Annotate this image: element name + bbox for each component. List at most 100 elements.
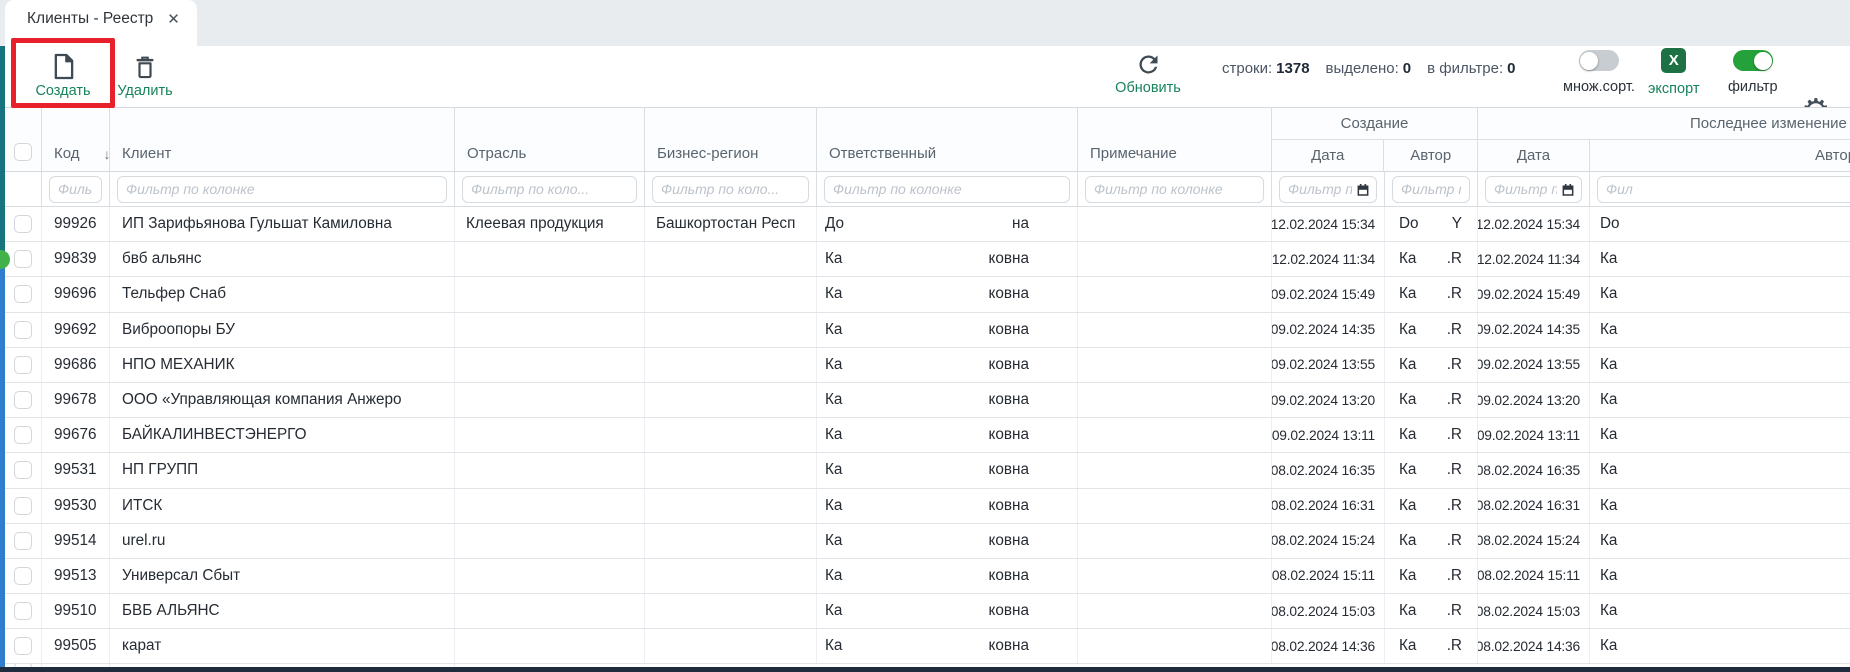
table-row[interactable]: 99510БВБ АЛЬЯНСКаковна08.02.2024 15:03Ка… — [5, 594, 1850, 629]
table-row[interactable]: 99676БАЙКАЛИНВЕСТЭНЕРГОКаковна09.02.2024… — [5, 418, 1850, 453]
cell-created-date: 12.02.2024 15:34 — [1272, 207, 1385, 241]
cell-created-author: Ка.R — [1385, 559, 1478, 593]
cell-modified-author: Ка — [1590, 418, 1850, 452]
cell-created-author: Ка.R — [1385, 629, 1478, 663]
filter-note — [1078, 172, 1272, 206]
cell-client: ИТСК — [110, 489, 455, 523]
cell-industry — [455, 277, 645, 311]
filter-code — [42, 172, 110, 206]
cell-industry — [455, 418, 645, 452]
filter-toggle[interactable] — [1733, 50, 1773, 71]
table-row[interactable]: 99696Тельфер СнабКаковна09.02.2024 15:49… — [5, 277, 1850, 312]
row-checkbox[interactable] — [14, 602, 32, 620]
cell-created-author: Ка.R — [1385, 242, 1478, 276]
filter-created-author-input[interactable] — [1392, 176, 1470, 203]
redacted-name-fragment: ковна — [989, 321, 1029, 339]
header-region[interactable]: Бизнес-регион — [645, 108, 817, 171]
tab-bar: Клиенты - Реестр ✕ — [0, 0, 1850, 46]
row-checkbox-cell — [5, 207, 42, 241]
cell-client: Тельфер Снаб — [110, 277, 455, 311]
header-industry[interactable]: Отрасль — [455, 108, 645, 171]
table-row[interactable]: 99505каратКаковна08.02.2024 14:36Ка.R08.… — [5, 629, 1850, 664]
filter-note-input[interactable] — [1085, 176, 1264, 203]
calendar-icon[interactable] — [1561, 182, 1575, 202]
cell-code: 99514 — [42, 524, 110, 558]
cell-modified-author: Ка — [1590, 242, 1850, 276]
cell-industry — [455, 559, 645, 593]
row-checkbox[interactable] — [14, 637, 32, 655]
cell-industry: Клеевая продукция — [455, 207, 645, 241]
filter-region-input[interactable] — [652, 176, 809, 203]
table-row[interactable]: 99926ИП Зарифьянова Гульшат КамиловнаКле… — [5, 207, 1850, 242]
cell-client: Виброопоры БУ — [110, 313, 455, 347]
row-checkbox[interactable] — [14, 321, 32, 339]
header-code[interactable]: Код↓ — [42, 108, 110, 171]
cell-region — [645, 242, 817, 276]
row-checkbox[interactable] — [14, 250, 32, 268]
filter-industry-input[interactable] — [462, 176, 637, 203]
table-row[interactable]: 99531НП ГРУППКаковна08.02.2024 16:35Ка.R… — [5, 453, 1850, 488]
row-checkbox[interactable] — [14, 532, 32, 550]
header-created-author[interactable]: Автор — [1384, 140, 1477, 171]
cell-modified-date: 09.02.2024 13:20 — [1478, 383, 1590, 417]
redacted-name-fragment: .R — [1447, 356, 1462, 374]
row-checkbox[interactable] — [14, 461, 32, 479]
row-checkbox[interactable] — [14, 497, 32, 515]
header-modified-date[interactable]: Дата — [1478, 140, 1590, 171]
cell-client: бвб альянс — [110, 242, 455, 276]
table-row[interactable]: 99692Виброопоры БУКаковна09.02.2024 14:3… — [5, 313, 1850, 348]
cell-modified-date: 08.02.2024 15:24 — [1478, 524, 1590, 558]
select-all-checkbox[interactable] — [14, 143, 32, 161]
redacted-name-fragment: .R — [1447, 532, 1462, 550]
table-row[interactable]: 99678ООО «Управляющая компания АнжероКак… — [5, 383, 1850, 418]
table-row[interactable]: 99530ИТСККаковна08.02.2024 16:31Ка.R08.0… — [5, 489, 1850, 524]
cell-note — [1078, 277, 1272, 311]
create-button[interactable]: Создать — [28, 50, 98, 99]
table-row[interactable]: 99513Универсал СбытКаковна08.02.2024 15:… — [5, 559, 1850, 594]
cell-note — [1078, 348, 1272, 382]
row-checkbox-cell — [5, 524, 42, 558]
calendar-icon[interactable] — [1356, 182, 1370, 202]
filter-modified-author-input[interactable] — [1597, 176, 1850, 203]
redacted-name-fragment: ковна — [989, 426, 1029, 444]
header-created-date[interactable]: Дата — [1272, 140, 1384, 171]
excel-export-icon[interactable]: X — [1661, 48, 1686, 73]
cell-code: 99676 — [42, 418, 110, 452]
table-row[interactable]: 99514urel.ruКаковна08.02.2024 15:24Ка.R0… — [5, 524, 1850, 559]
table-row[interactable]: 99839бвб альянсКаковна12.02.2024 11:34Ка… — [5, 242, 1850, 277]
table-row[interactable]: 99686НПО МЕХАНИККаковна09.02.2024 13:55К… — [5, 348, 1850, 383]
tab-clients-registry[interactable]: Клиенты - Реестр ✕ — [5, 0, 197, 46]
filter-industry — [455, 172, 645, 206]
cell-region — [645, 559, 817, 593]
multisort-toggle[interactable] — [1579, 50, 1619, 71]
refresh-button[interactable]: Обновить — [1112, 48, 1184, 96]
row-checkbox-cell — [5, 313, 42, 347]
cell-modified-author: Ка — [1590, 453, 1850, 487]
cell-created-date: 08.02.2024 16:31 — [1272, 489, 1385, 523]
row-checkbox-cell — [5, 453, 42, 487]
filter-client-input[interactable] — [117, 176, 447, 203]
row-checkbox-cell — [5, 277, 42, 311]
header-modified-author[interactable]: Автор — [1590, 140, 1850, 171]
filter-checkbox-cell — [5, 172, 42, 206]
row-checkbox[interactable] — [14, 285, 32, 303]
header-client[interactable]: Клиент — [110, 108, 455, 171]
row-checkbox[interactable] — [14, 215, 32, 233]
tab-close-icon[interactable]: ✕ — [167, 10, 180, 28]
row-checkbox[interactable] — [14, 391, 32, 409]
row-checkbox[interactable] — [14, 567, 32, 585]
cell-modified-author: Ка — [1590, 383, 1850, 417]
cell-modified-date: 08.02.2024 15:11 — [1478, 559, 1590, 593]
header-note[interactable]: Примечание — [1078, 108, 1272, 171]
filter-code-input[interactable] — [49, 176, 102, 203]
cell-created-date: 12.02.2024 11:34 — [1272, 242, 1385, 276]
row-checkbox[interactable] — [14, 356, 32, 374]
cell-modified-author: Ка — [1590, 524, 1850, 558]
create-button-label: Создать — [35, 83, 90, 99]
header-responsible[interactable]: Ответственный — [817, 108, 1078, 171]
cell-modified-date: 08.02.2024 16:35 — [1478, 453, 1590, 487]
row-checkbox[interactable] — [14, 426, 32, 444]
filter-responsible-input[interactable] — [824, 176, 1070, 203]
delete-button[interactable]: Удалить — [110, 50, 180, 99]
toggle-knob — [1754, 52, 1772, 70]
